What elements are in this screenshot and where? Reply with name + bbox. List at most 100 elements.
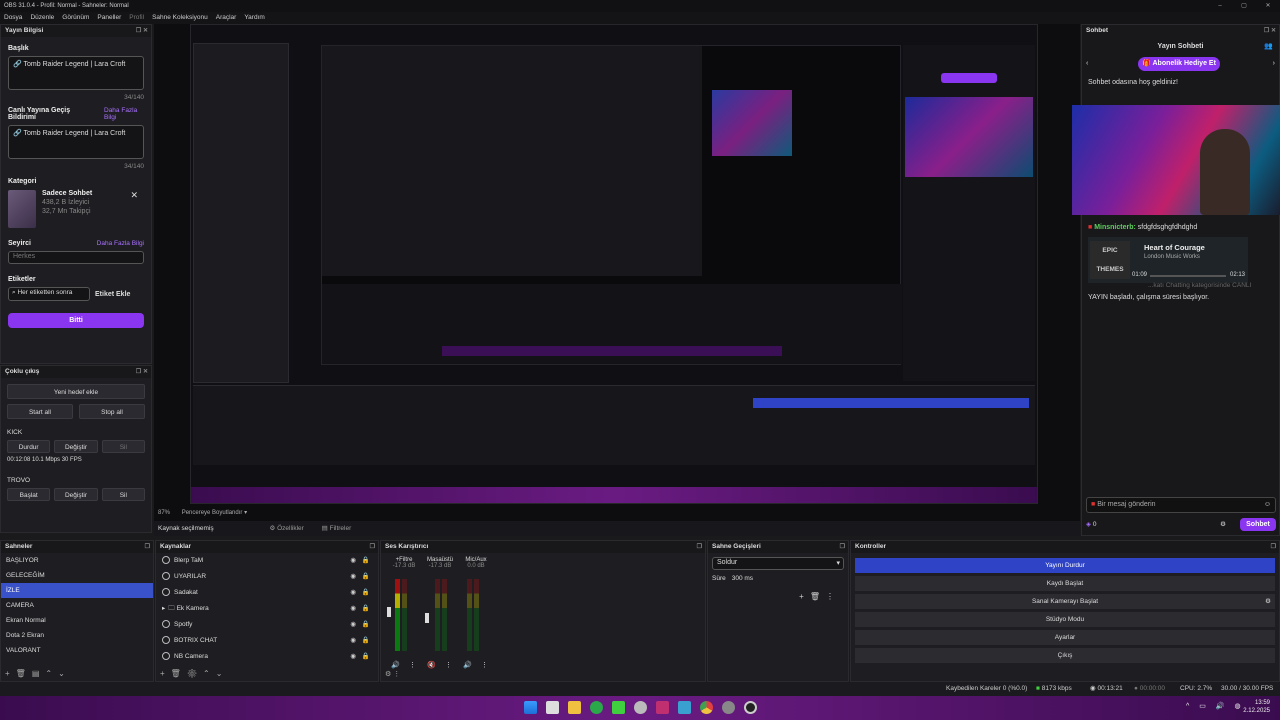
panel-undock-icon[interactable]: ❐ [697, 541, 702, 553]
emote-icon[interactable]: ☺ [1264, 498, 1271, 512]
settings-gear-icon[interactable]: ⚙ [1220, 517, 1226, 533]
title-input[interactable]: 🔗 Tomb Raider Legend | Lara Croft [8, 56, 144, 90]
obs-icon[interactable] [744, 701, 757, 714]
properties-button[interactable]: ⚙ Özellikler [269, 525, 303, 532]
arrow-down-icon[interactable]: ⌄ [58, 669, 71, 678]
stop-all-button[interactable]: Stop all [79, 404, 145, 419]
source-group[interactable]: ▸ 🗀 Ek Kamera ◉ 🔒 [156, 601, 378, 617]
kick-stop-button[interactable]: Durdur [7, 440, 51, 453]
speaker-icon[interactable]: 🔊 [391, 661, 400, 669]
close-icon[interactable]: ✕ [1256, 0, 1280, 12]
source-item[interactable]: Blerp TaM ◉ 🔒 [156, 553, 378, 569]
arrow-up-icon[interactable]: ⌃ [203, 669, 216, 678]
scene-item[interactable]: BAŞLIYOR [1, 553, 153, 568]
kick-delete-button[interactable]: Sil [101, 440, 145, 453]
source-item[interactable]: Sadakat ◉ 🔒 [156, 585, 378, 601]
expand-arrow-icon[interactable]: ▸ [162, 605, 165, 612]
trovo-start-button[interactable]: Başlat [7, 488, 51, 501]
more-icon[interactable]: ⋮ [481, 661, 488, 669]
menu-view[interactable]: Görünüm [58, 12, 93, 24]
scene-item[interactable]: GELECEĞİM [1, 568, 153, 583]
windows-start-icon[interactable] [524, 701, 537, 714]
more-icon[interactable]: ⋮ [826, 592, 840, 601]
visibility-icon[interactable]: ◉ [350, 617, 356, 633]
chat-input[interactable]: ■ Bir mesaj gönderin ☺ [1086, 497, 1276, 513]
clock[interactable]: 13:59 2.12.2025 [1243, 699, 1270, 715]
lock-icon[interactable]: 🔒 [362, 569, 370, 585]
source-item[interactable]: UYARILAR ◉ 🔒 [156, 569, 378, 585]
menu-help[interactable]: Yardım [240, 12, 268, 24]
add-icon[interactable]: + [799, 592, 810, 601]
transition-select[interactable]: Soldur ▾ [712, 557, 844, 570]
panel-undock-icon[interactable]: ❐ [840, 541, 845, 553]
audience-select[interactable]: Herkes [8, 251, 144, 264]
panel-undock-icon[interactable]: ❐ [370, 541, 375, 553]
arrow-up-icon[interactable]: ⌃ [45, 669, 58, 678]
visibility-icon[interactable]: ◉ [350, 585, 356, 601]
studio-mode-button[interactable]: Stüdyo Modu [855, 612, 1275, 627]
panel-close-icon[interactable]: ❐ ✕ [136, 25, 148, 37]
trash-icon[interactable]: 🗑 [171, 669, 187, 678]
notification-more-link[interactable]: Daha Fazla Bilgi [104, 107, 144, 121]
speaker-muted-icon[interactable]: 🔇 [427, 661, 436, 669]
channel-points-icon[interactable]: ◈ [1086, 521, 1093, 528]
gear-icon[interactable]: ⚙ [385, 671, 391, 678]
new-target-button[interactable]: Yeni hedef ekle [7, 384, 145, 399]
volume-slider[interactable] [425, 613, 429, 623]
arrow-down-icon[interactable]: ⌄ [216, 669, 229, 678]
app-icon[interactable] [678, 701, 691, 714]
visibility-icon[interactable]: ◉ [350, 649, 356, 665]
more-icon[interactable]: ⋮ [409, 661, 416, 669]
remove-category-icon[interactable]: ✕ [130, 190, 138, 201]
settings-gear-icon[interactable] [634, 701, 647, 714]
lock-icon[interactable]: 🔒 [362, 617, 370, 633]
trash-icon[interactable]: 🗑 [810, 592, 826, 601]
lock-icon[interactable]: 🔒 [362, 649, 370, 665]
filter-icon[interactable]: ▤ [32, 669, 46, 678]
minimize-icon[interactable]: – [1208, 0, 1232, 12]
gear-icon[interactable]: ⚙ [1265, 594, 1271, 609]
scene-item[interactable]: Ekran Normal [1, 613, 153, 628]
virtual-camera-button[interactable]: Sanal Kamerayı Başlat ⚙ [855, 594, 1275, 609]
scene-item-selected[interactable]: İZLE [1, 583, 153, 598]
start-recording-button[interactable]: Kaydı Başlat [855, 576, 1275, 591]
panel-undock-icon[interactable]: ❐ [145, 541, 150, 553]
visibility-icon[interactable]: ◉ [350, 633, 356, 649]
xbox-icon[interactable] [590, 701, 603, 714]
add-icon[interactable]: + [160, 669, 171, 678]
users-icon[interactable]: 👥 [1264, 37, 1273, 57]
chevron-right-icon[interactable]: › [1273, 60, 1275, 67]
start-all-button[interactable]: Start all [7, 404, 73, 419]
menu-scene-collection[interactable]: Sahne Koleksiyonu [148, 12, 212, 24]
app-icon[interactable] [722, 701, 735, 714]
visibility-icon[interactable]: ◉ [350, 601, 356, 617]
menu-docks[interactable]: Paneller [93, 12, 125, 24]
audience-more-link[interactable]: Daha Fazla Bilgi [97, 240, 144, 247]
app-icon[interactable] [656, 701, 669, 714]
panel-close-icon[interactable]: ❐ ✕ [136, 366, 148, 378]
lock-icon[interactable]: 🔒 [362, 585, 370, 601]
source-item[interactable]: Spotfy ◉ 🔒 [156, 617, 378, 633]
add-tag-button[interactable]: Etiket Ekle [95, 291, 130, 298]
panel-close-icon[interactable]: ❐ ✕ [1264, 25, 1276, 37]
play-icon[interactable] [612, 701, 625, 714]
preview-canvas[interactable]: 87% Pencereye Boyutlandır ▾ [154, 24, 1080, 521]
lock-icon[interactable]: 🔒 [362, 633, 370, 649]
lock-icon[interactable]: 🔒 [362, 553, 370, 569]
kick-edit-button[interactable]: Değiştir [54, 440, 98, 453]
settings-button[interactable]: Ayarlar [855, 630, 1275, 645]
visibility-icon[interactable]: ◉ [350, 569, 356, 585]
task-view-icon[interactable] [546, 701, 559, 714]
add-icon[interactable]: + [5, 669, 16, 678]
filters-button[interactable]: ▤ Filtreler [322, 525, 352, 532]
trash-icon[interactable]: 🗑 [16, 669, 32, 678]
speaker-icon[interactable]: 🔊 [463, 661, 472, 669]
notification-input[interactable]: 🔗 Tomb Raider Legend | Lara Croft [8, 125, 144, 159]
visibility-icon[interactable]: ◉ [350, 553, 356, 569]
done-button[interactable]: Bitti [8, 313, 144, 328]
menu-profile[interactable]: Profil [125, 12, 148, 24]
menu-edit[interactable]: Düzenle [26, 12, 58, 24]
chevron-left-icon[interactable]: ‹ [1086, 60, 1088, 67]
trovo-edit-button[interactable]: Değiştir [54, 488, 98, 501]
gear-icon[interactable]: ⚙ [187, 669, 203, 678]
